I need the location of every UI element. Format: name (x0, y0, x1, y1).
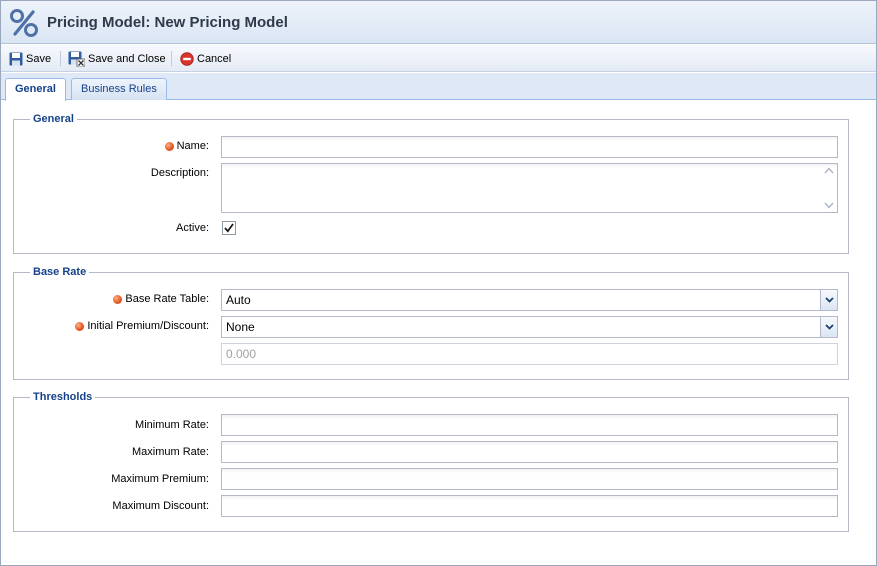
base-rate-fieldset: Base Rate Base Rate Table: Auto Initial … (13, 266, 849, 380)
minimum-rate-label: Minimum Rate: (135, 419, 209, 431)
base-rate-table-select[interactable]: Auto (221, 289, 838, 311)
cancel-icon (180, 51, 194, 66)
premium-amount-input[interactable] (221, 343, 838, 365)
base-rate-table-label: Base Rate Table: (113, 293, 209, 305)
general-fieldset: General Name: Description: Active: (13, 113, 849, 254)
base-rate-table-value: Auto (226, 293, 251, 307)
save-and-close-label: Save and Close (88, 52, 166, 65)
textarea-scrollbar[interactable] (823, 167, 835, 209)
window-title: Pricing Model: New Pricing Model (47, 14, 288, 31)
maximum-premium-label: Maximum Premium: (111, 473, 209, 485)
save-and-close-button[interactable]: Save and Close (68, 49, 166, 68)
description-textarea[interactable] (221, 163, 838, 213)
initial-premium-value: None (226, 320, 255, 334)
maximum-rate-input[interactable] (221, 441, 838, 463)
required-icon (164, 141, 174, 151)
maximum-premium-input[interactable] (221, 468, 838, 490)
checkmark-icon (224, 223, 234, 233)
initial-premium-label-text: Initial Premium/Discount: (87, 320, 209, 332)
scroll-up-icon[interactable] (824, 167, 834, 174)
toolbar: Save Save and Close Cancel (1, 45, 876, 72)
minimum-rate-input[interactable] (221, 414, 838, 436)
thresholds-fieldset: Thresholds Minimum Rate: Maximum Rate: M… (13, 391, 849, 532)
maximum-discount-input[interactable] (221, 495, 838, 517)
tab-strip: General Business Rules (1, 73, 876, 101)
maximum-discount-label: Maximum Discount: (112, 500, 209, 512)
save-close-icon (68, 51, 85, 67)
percent-icon (10, 9, 38, 37)
dropdown-trigger[interactable] (820, 290, 837, 310)
name-label-text: Name: (176, 140, 209, 152)
toolbar-separator (171, 51, 172, 66)
chevron-down-icon (824, 297, 834, 303)
initial-premium-label: Initial Premium/Discount: (75, 320, 209, 332)
active-checkbox[interactable] (222, 221, 236, 235)
toolbar-separator (60, 51, 61, 66)
save-button[interactable]: Save (9, 49, 51, 68)
name-input[interactable] (221, 136, 838, 158)
tab-business-rules[interactable]: Business Rules (71, 78, 167, 100)
base-rate-legend: Base Rate (30, 266, 90, 278)
base-rate-table-label-text: Base Rate Table: (125, 293, 209, 305)
cancel-button[interactable]: Cancel (180, 49, 231, 68)
maximum-rate-label: Maximum Rate: (131, 446, 209, 458)
dropdown-trigger[interactable] (820, 317, 837, 337)
general-legend: General (30, 113, 77, 125)
floppy-disk-icon (9, 52, 23, 65)
description-label: Description: (150, 167, 209, 179)
name-label: Name: (164, 140, 209, 152)
cancel-label: Cancel (197, 52, 232, 65)
thresholds-legend: Thresholds (30, 391, 96, 403)
scroll-down-icon[interactable] (824, 202, 834, 209)
required-icon (113, 294, 123, 304)
tab-general[interactable]: General (5, 78, 66, 101)
title-bar: Pricing Model: New Pricing Model (1, 1, 876, 44)
save-label: Save (26, 52, 52, 65)
required-icon (75, 321, 85, 331)
initial-premium-select[interactable]: None (221, 316, 838, 338)
active-label: Active: (175, 222, 209, 234)
pricing-model-window: Pricing Model: New Pricing Model Save Sa… (0, 0, 877, 566)
chevron-down-icon (824, 324, 834, 330)
